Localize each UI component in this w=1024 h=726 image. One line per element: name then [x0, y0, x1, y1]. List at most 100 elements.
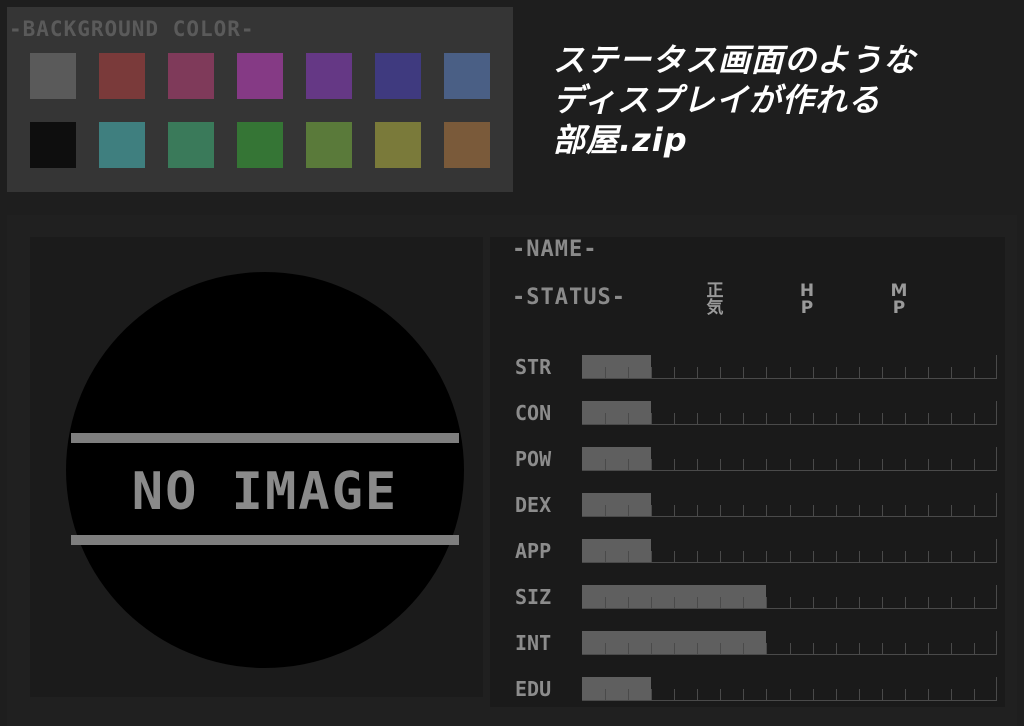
stat-bar-tick	[951, 459, 952, 471]
stat-bar-end	[996, 539, 997, 563]
stat-bar-tick	[605, 367, 606, 379]
color-swatch[interactable]	[168, 122, 214, 168]
stat-bar-track[interactable]	[582, 355, 997, 379]
stat-bar-tick	[766, 689, 767, 701]
portrait-image-slot[interactable]: NO IMAGE	[66, 272, 464, 668]
stat-bar-tick	[720, 367, 721, 379]
stat-bar-tick	[882, 413, 883, 425]
stat-bar-track[interactable]	[582, 539, 997, 563]
stat-bar-tick	[628, 597, 629, 609]
stat-bar-tick	[743, 459, 744, 471]
color-swatch[interactable]	[30, 53, 76, 99]
stat-label: SIZ	[515, 585, 552, 609]
stat-bar-tick	[951, 505, 952, 517]
stat-bar-tick	[974, 689, 975, 701]
color-swatch[interactable]	[306, 53, 352, 99]
stat-bar-tick	[790, 413, 791, 425]
stat-bar-track[interactable]	[582, 401, 997, 425]
stat-bar-tick	[651, 367, 652, 379]
stat-bar-track[interactable]	[582, 447, 997, 471]
stat-bar-track[interactable]	[582, 631, 997, 655]
status-display-panel: NO IMAGE -NAME- -STATUS- 正気 HP MP STR CON PO…	[7, 215, 1017, 726]
stat-bar-tick	[743, 689, 744, 701]
color-swatch[interactable]	[168, 53, 214, 99]
color-swatch[interactable]	[99, 53, 145, 99]
stat-bar-tick	[674, 597, 675, 609]
stat-bar-fill	[582, 355, 652, 379]
stat-bar-tick	[974, 597, 975, 609]
stat-bar-tick	[674, 459, 675, 471]
stat-bar-fill	[582, 677, 652, 701]
stat-label: DEX	[515, 493, 552, 517]
stat-label: POW	[515, 447, 552, 471]
stat-bar-end	[996, 631, 997, 655]
stat-bar-track[interactable]	[582, 677, 997, 701]
color-swatch[interactable]	[306, 122, 352, 168]
stat-bar-tick	[697, 643, 698, 655]
color-swatch[interactable]	[444, 122, 490, 168]
color-swatch[interactable]	[237, 122, 283, 168]
stat-bar-track[interactable]	[582, 493, 997, 517]
stat-bar-tick	[766, 551, 767, 563]
stat-bar-tick	[697, 597, 698, 609]
stat-bar-tick	[651, 643, 652, 655]
stat-bar-tick	[836, 597, 837, 609]
stat-bar-tick	[628, 505, 629, 517]
stat-bar-tick	[905, 459, 906, 471]
stat-bar-tick	[605, 689, 606, 701]
stat-bar-tick	[905, 597, 906, 609]
stat-bar-tick	[974, 459, 975, 471]
color-swatch[interactable]	[375, 53, 421, 99]
placeholder-stripe-top	[71, 433, 459, 443]
stat-row: SIZ	[512, 585, 997, 611]
stat-bar-end	[996, 355, 997, 379]
stat-bar-tick	[720, 505, 721, 517]
stat-bar-track[interactable]	[582, 585, 997, 609]
stat-bar-tick	[720, 413, 721, 425]
stat-bar-tick	[743, 551, 744, 563]
stat-bar-tick	[882, 367, 883, 379]
stat-bar-tick	[813, 643, 814, 655]
stat-bar-tick	[859, 367, 860, 379]
stat-bar-tick	[859, 413, 860, 425]
color-swatch[interactable]	[30, 122, 76, 168]
stat-bar-tick	[720, 597, 721, 609]
stat-bar-end	[996, 677, 997, 701]
stat-bar-tick	[628, 367, 629, 379]
color-swatch[interactable]	[375, 122, 421, 168]
stat-bar-tick	[813, 505, 814, 517]
stat-row: APP	[512, 539, 997, 565]
stat-bar-tick	[743, 367, 744, 379]
stat-bar-tick	[605, 551, 606, 563]
stat-bar-tick	[790, 367, 791, 379]
stat-bar-tick	[605, 413, 606, 425]
stat-bar-tick	[882, 689, 883, 701]
stat-bar-tick	[928, 413, 929, 425]
stat-bar-tick	[790, 689, 791, 701]
stat-bar-tick	[928, 505, 929, 517]
color-swatch[interactable]	[99, 122, 145, 168]
vital-label: 正気	[706, 281, 724, 318]
vital-label: MP	[890, 281, 908, 318]
stat-bar-tick	[951, 551, 952, 563]
color-swatch[interactable]	[444, 53, 490, 99]
stat-label: INT	[515, 631, 552, 655]
stat-bar-tick	[813, 459, 814, 471]
stat-bar-tick	[674, 643, 675, 655]
stat-bar-tick	[882, 597, 883, 609]
color-swatch[interactable]	[237, 53, 283, 99]
status-label: -STATUS-	[512, 285, 626, 310]
stat-bar-tick	[928, 643, 929, 655]
stat-bar-tick	[697, 689, 698, 701]
stat-bar-tick	[651, 505, 652, 517]
portrait-area: NO IMAGE	[30, 237, 483, 697]
stat-bar-tick	[651, 459, 652, 471]
stat-bar-tick	[859, 643, 860, 655]
stat-bar-tick	[790, 643, 791, 655]
stat-bar-fill	[582, 539, 652, 563]
stat-label: EDU	[515, 677, 552, 701]
stat-bar-tick	[836, 551, 837, 563]
stat-bar-fill	[582, 401, 652, 425]
vital-label: HP	[799, 281, 815, 318]
headline-line-2: ディスプレイが作れる	[553, 81, 881, 119]
